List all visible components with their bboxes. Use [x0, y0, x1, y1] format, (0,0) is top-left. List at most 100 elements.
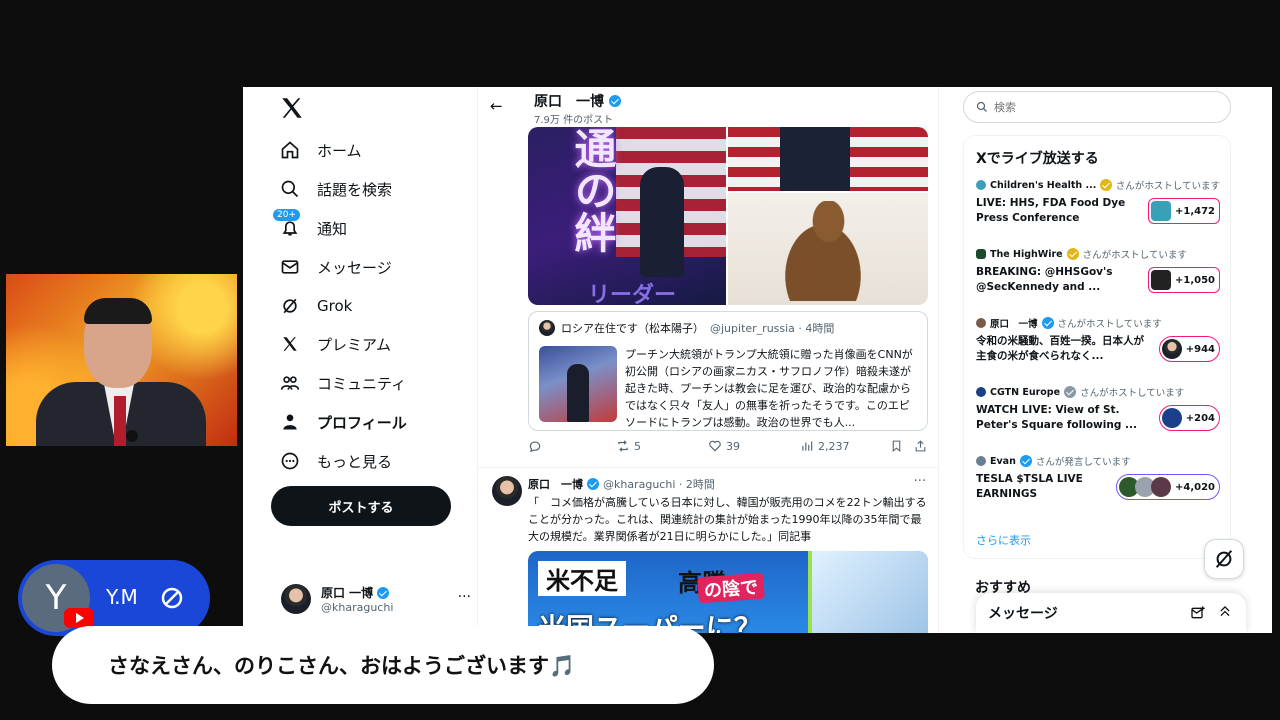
host-name: Children's Health ...	[990, 179, 1097, 191]
grok-button[interactable]	[1204, 539, 1244, 579]
nav-notifications-label: 通知	[317, 219, 348, 238]
tweet-avatar[interactable]	[492, 476, 522, 506]
timeline-column: ← 原口 一博 7.9万 件のポスト 通の絆 リーダー ロシア在住です（松本陽子…	[477, 87, 939, 633]
host-name: 原口 一博	[990, 319, 1038, 330]
notification-badge: 20+	[273, 209, 300, 221]
listener-count-pill[interactable]: +1,472	[1147, 198, 1220, 224]
mail-icon	[279, 256, 301, 278]
nav-home[interactable]: ホーム	[279, 135, 362, 165]
live-title-text: 令和の米騒動、百姓一揆。日本人が主食の米が食べられなく...	[976, 335, 1144, 362]
bookmark-icon	[892, 440, 901, 453]
live-item[interactable]: Children's Health ... さんがホストしています LIVE: H…	[976, 178, 1220, 240]
nav-premium[interactable]: プレミアム	[279, 329, 391, 359]
tweet-image[interactable]: 米不足 高騰 の陰で 米国スーパーに？	[528, 551, 928, 633]
live-title-text: LIVE: HHS, FDA Food Dye Press Conference	[976, 197, 1126, 224]
search-input[interactable]	[994, 100, 1194, 114]
host-suffix: さんがホストしています	[1057, 319, 1162, 330]
views-button[interactable]: 2,237	[800, 439, 850, 453]
share-button[interactable]	[914, 439, 927, 453]
media-image-3[interactable]	[728, 193, 928, 305]
tweet-media-grid[interactable]: 通の絆 リーダー	[528, 127, 928, 305]
reply-icon	[529, 441, 541, 453]
host-avatar	[976, 456, 986, 466]
tweet-actions: 5 39 2,237	[528, 439, 928, 457]
account-switcher[interactable]: 原口 一博 @kharaguchi ···	[281, 581, 471, 617]
expand-chevrons-icon[interactable]	[1218, 603, 1232, 619]
repost-button[interactable]: 5	[616, 439, 641, 453]
tweet-handle: @kharaguchi · 2時間	[603, 478, 715, 491]
listener-count-pill[interactable]: +204	[1158, 405, 1220, 431]
nav-messages-label: メッセージ	[317, 258, 392, 277]
reply-button[interactable]	[528, 439, 546, 453]
profile-header: ← 原口 一博 7.9万 件のポスト	[478, 87, 938, 127]
nav-grok[interactable]: Grok	[279, 291, 352, 321]
commenter-chip: Y Y.M	[18, 560, 210, 636]
image-text-3: の陰で	[697, 572, 765, 604]
media-banner-text: リーダー	[588, 283, 677, 305]
live-item[interactable]: Evan さんが発言しています TESLA $TSLA LIVE EARNINGS…	[976, 454, 1220, 516]
x-icon	[279, 333, 301, 355]
media-overlay-text: 通の絆	[568, 127, 617, 253]
host-suffix: さんが発言しています	[1035, 457, 1131, 468]
share-icon	[915, 440, 926, 452]
new-message-icon[interactable]	[1190, 605, 1206, 621]
nav-more[interactable]: もっと見る	[279, 446, 392, 476]
tweet-more-icon[interactable]: ···	[914, 474, 926, 489]
nav-community[interactable]: コミュニティ	[279, 368, 406, 398]
live-item[interactable]: The HighWire さんがホストしています BREAKING: @HHSGo…	[976, 247, 1220, 309]
grok-icon	[279, 295, 301, 317]
messages-dock[interactable]: メッセージ	[976, 593, 1246, 633]
listener-avatar	[1150, 477, 1171, 497]
verified-badge-icon	[609, 95, 621, 107]
tweet[interactable]: 原口 一博 @kharaguchi · 2時間 ··· 「 コメ価格が高騰してい…	[478, 467, 938, 633]
listener-count: +944	[1185, 343, 1215, 355]
x-profile-screen: ホーム 話題を検索 20+ 通知 メッセージ Grok プレミアム コミュニティ…	[243, 87, 1272, 633]
post-button[interactable]: ポストする	[271, 486, 451, 526]
listener-count-pill[interactable]: +1,050	[1147, 267, 1220, 293]
nav-messages[interactable]: メッセージ	[279, 252, 392, 282]
nav-notifications[interactable]: 20+ 通知	[273, 209, 348, 243]
nav-explore[interactable]: 話題を検索	[279, 174, 392, 204]
tweet-author[interactable]: 原口 一博	[528, 476, 583, 492]
search-box[interactable]	[963, 91, 1231, 123]
nav-profile[interactable]: プロフィール	[279, 407, 407, 437]
home-icon	[279, 139, 301, 161]
media-image-1[interactable]: 通の絆 リーダー	[528, 127, 726, 305]
live-item[interactable]: CGTN Europe さんがホストしています WATCH LIVE: View …	[976, 385, 1220, 447]
verified-badge-icon	[1064, 386, 1077, 398]
left-nav: ホーム 話題を検索 20+ 通知 メッセージ Grok プレミアム コミュニティ…	[243, 87, 477, 633]
views-icon	[802, 441, 813, 451]
messages-dock-title: メッセージ	[988, 606, 1058, 622]
show-more-link[interactable]: さらに表示	[976, 532, 1031, 548]
listener-count-pill[interactable]: +944	[1158, 336, 1220, 362]
community-icon	[279, 372, 301, 394]
bookmark-button[interactable]	[890, 439, 903, 453]
search-icon	[976, 101, 987, 112]
more-circle-icon	[279, 450, 301, 472]
host-suffix: さんがホストしています	[1082, 250, 1187, 261]
quote-avatar	[539, 320, 555, 336]
listener-count-pill[interactable]: +4,020	[1115, 474, 1220, 500]
views-count: 2,237	[818, 439, 850, 453]
nav-more-label: もっと見る	[317, 452, 393, 471]
repost-icon	[618, 440, 628, 452]
quote-handle: @jupiter_russia · 4時間	[710, 322, 835, 335]
listener-avatar	[1161, 408, 1182, 428]
quoted-tweet[interactable]: ロシア在住です（松本陽子） @jupiter_russia · 4時間 プーチン…	[528, 311, 928, 431]
host-avatar	[976, 387, 986, 397]
back-arrow-icon[interactable]: ←	[490, 97, 503, 115]
listener-count: +1,472	[1174, 205, 1215, 217]
like-button[interactable]: 39	[708, 439, 740, 453]
verified-badge-icon	[377, 586, 390, 599]
listener-count: +204	[1185, 412, 1215, 424]
account-handle: @kharaguchi	[321, 601, 394, 614]
media-image-2[interactable]	[728, 127, 928, 191]
account-more-icon[interactable]: ···	[458, 589, 471, 605]
live-item[interactable]: 原口 一博 さんがホストしています 令和の米騒動、百姓一揆。日本人が主食の米が食べ…	[976, 316, 1220, 378]
verified-badge-icon	[1100, 179, 1112, 191]
comment-caption: さなえさん、のりこさん、おはようございます🎵	[52, 626, 714, 704]
x-logo-icon[interactable]	[279, 95, 305, 121]
host-name: Evan	[990, 455, 1016, 467]
like-count: 39	[726, 439, 740, 453]
verified-badge-icon	[1066, 248, 1079, 260]
